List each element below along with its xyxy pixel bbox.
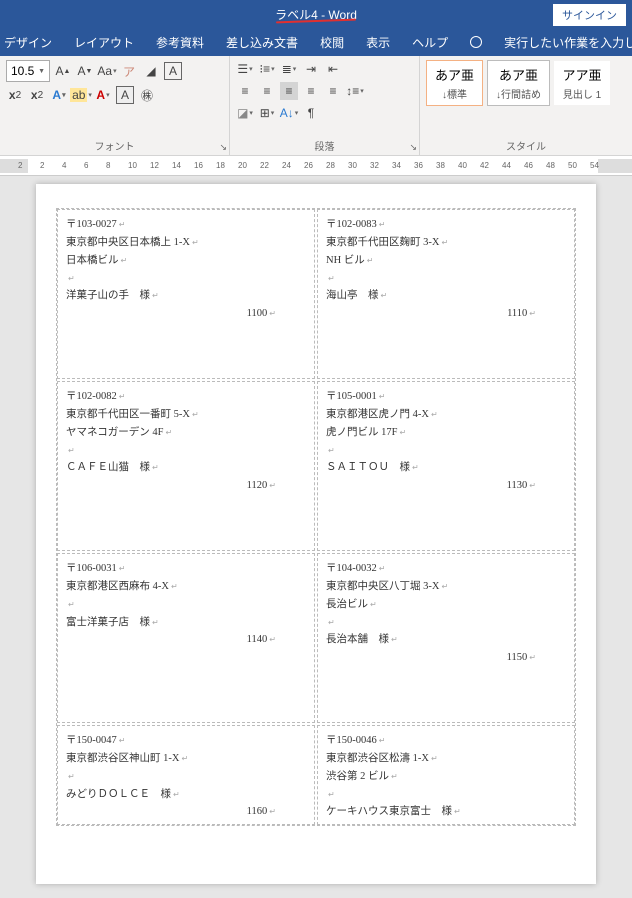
horizontal-ruler[interactable]: 2246810121416182022242628303234363840424… (0, 156, 632, 176)
subscript-icon[interactable]: x2 (6, 86, 24, 104)
tab-design[interactable]: デザイン (4, 34, 52, 51)
page: 〒103-0027東京都中央区日本橋上 1-X日本橋ビル洋菓子山の手 様1100… (36, 184, 596, 884)
highlight-icon[interactable]: ab▾ (72, 86, 90, 104)
ribbon: 10.5▼ A▲ A▼ Aa▾ ア ◢ A x2 x2 A▾ ab▾ A▾ A … (0, 56, 632, 156)
tell-me[interactable]: 実行したい作業を入力してくだ (470, 34, 632, 51)
document-area: 2246810121416182022242628303234363840424… (0, 156, 632, 898)
phonetic-icon[interactable]: ア (120, 62, 138, 80)
indent-dec-icon[interactable]: ⇤ (324, 60, 342, 78)
tab-view[interactable]: 表示 (366, 34, 390, 51)
line-spacing-icon[interactable]: ↕≡▾ (346, 82, 364, 100)
label-cell[interactable]: 〒102-0082東京都千代田区一番町 5-Xヤマネコガーデン 4FＣＡＦＥ山猫… (57, 381, 315, 551)
signin-button[interactable]: サインイン (553, 4, 626, 26)
label-cell[interactable]: 〒150-0047東京都渋谷区神山町 1-XみどりＤＯＬＣＥ 様1160 (57, 725, 315, 825)
grow-font-icon[interactable]: A▲ (54, 62, 72, 80)
clear-format-icon[interactable]: ◢ (142, 62, 160, 80)
show-marks-icon[interactable]: ¶ (302, 104, 320, 122)
font-group-label: フォント (0, 138, 229, 153)
style-normal[interactable]: あア亜 ↓標準 (426, 60, 483, 106)
sort-icon[interactable]: A↓▾ (280, 104, 298, 122)
styles-group: あア亜 ↓標準 あア亜 ↓行間詰め アア亜 見出し 1 スタイル (420, 56, 632, 155)
label-cell[interactable]: 〒104-0032東京都中央区八丁堀 3-X長治ビル長治本舗 様1150 (317, 553, 575, 723)
label-cell[interactable]: 〒102-0083東京都千代田区麹町 3-XNH ビル海山亭 様1110 (317, 209, 575, 379)
bulb-icon (470, 36, 482, 48)
indent-inc-icon[interactable]: ⇥ (302, 60, 320, 78)
align-center-icon[interactable]: ≡ (258, 82, 276, 100)
font-size-combo[interactable]: 10.5▼ (6, 60, 50, 82)
align-justify-icon[interactable]: ≡ (280, 82, 298, 100)
superscript-icon[interactable]: x2 (28, 86, 46, 104)
title-bar: ラベル4 - Word サインイン (0, 0, 632, 28)
para-group-label: 段落 (230, 138, 419, 153)
bullets-icon[interactable]: ☰▾ (236, 60, 254, 78)
text-effect-icon[interactable]: A▾ (50, 86, 68, 104)
label-cell[interactable]: 〒103-0027東京都中央区日本橋上 1-X日本橋ビル洋菓子山の手 様1100 (57, 209, 315, 379)
tab-references[interactable]: 参考資料 (156, 34, 204, 51)
para-dialog-launcher[interactable]: ↘ (409, 142, 417, 153)
borders-icon[interactable]: ⊞▾ (258, 104, 276, 122)
tab-layout[interactable]: レイアウト (74, 34, 134, 51)
label-grid: 〒103-0027東京都中央区日本橋上 1-X日本橋ビル洋菓子山の手 様1100… (56, 208, 576, 826)
label-cell[interactable]: 〒106-0031東京都港区西麻布 4-X富士洋菓子店 様1140 (57, 553, 315, 723)
multilevel-icon[interactable]: ≣▾ (280, 60, 298, 78)
menu-bar: デザイン レイアウト 参考資料 差し込み文書 校閲 表示 ヘルプ 実行したい作業… (0, 28, 632, 56)
font-dialog-launcher[interactable]: ↘ (219, 142, 227, 153)
label-cell[interactable]: 〒105-0001東京都港区虎ノ門 4-X虎ノ門ビル 17FＳＡＩＴＯＵ 様11… (317, 381, 575, 551)
style-heading1[interactable]: アア亜 見出し 1 (554, 61, 610, 105)
char-border-icon[interactable]: A (164, 62, 182, 80)
char-shading-icon[interactable]: A (116, 86, 134, 104)
tab-review[interactable]: 校閲 (320, 34, 344, 51)
enclose-char-icon[interactable]: ㊑ (138, 86, 156, 104)
label-cell[interactable]: 〒150-0046東京都渋谷区松濤 1-X渋谷第 2 ビルケーキハウス東京富士 … (317, 725, 575, 825)
tab-mailings[interactable]: 差し込み文書 (226, 34, 298, 51)
change-case-icon[interactable]: Aa▾ (98, 62, 116, 80)
style-nospacing[interactable]: あア亜 ↓行間詰め (487, 60, 550, 106)
paragraph-group: ☰▾ ⁝≡▾ ≣▾ ⇥ ⇤ ≡ ≡ ≡ ≡ ≡ ↕≡▾ ◪▾ ⊞▾ A↓▾ ¶ … (230, 56, 420, 155)
shrink-font-icon[interactable]: A▼ (76, 62, 94, 80)
style-group-label: スタイル (420, 138, 632, 153)
align-right-icon[interactable]: ≡ (302, 82, 320, 100)
align-left-icon[interactable]: ≡ (236, 82, 254, 100)
align-dist-icon[interactable]: ≡ (324, 82, 342, 100)
tab-help[interactable]: ヘルプ (412, 34, 448, 51)
font-group: 10.5▼ A▲ A▼ Aa▾ ア ◢ A x2 x2 A▾ ab▾ A▾ A … (0, 56, 230, 155)
shading-icon[interactable]: ◪▾ (236, 104, 254, 122)
numbering-icon[interactable]: ⁝≡▾ (258, 60, 276, 78)
font-color-icon[interactable]: A▾ (94, 86, 112, 104)
